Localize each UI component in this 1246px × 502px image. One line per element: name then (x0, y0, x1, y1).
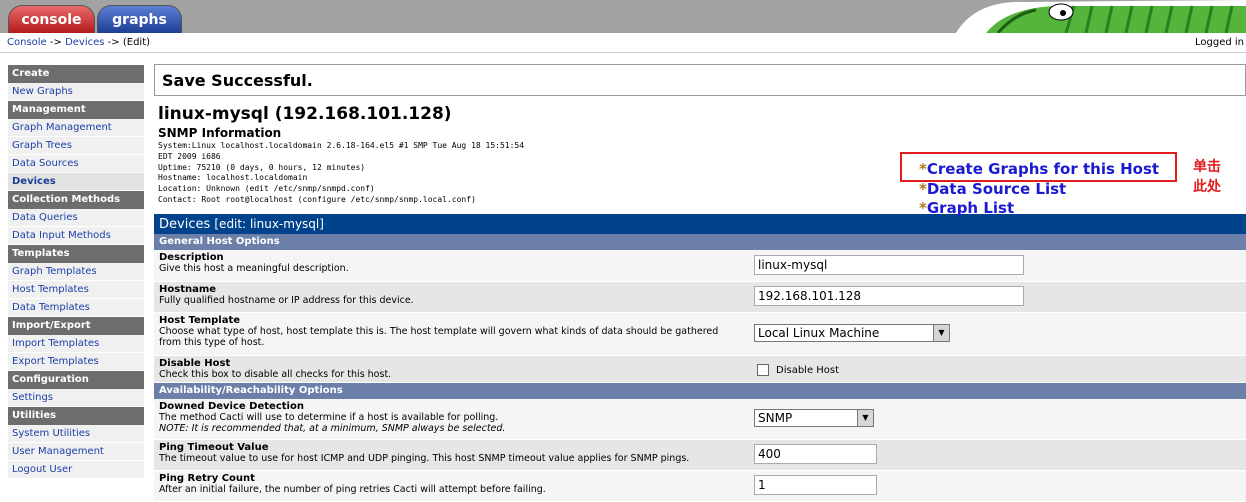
sidebar-head-configuration: Configuration (8, 371, 144, 389)
snmp-info-text: System:Linux localhost.localdomain 2.6.1… (158, 141, 638, 206)
description-help: Give this host a meaningful description. (159, 263, 349, 274)
snmp-line: Uptime: 75210 (0 days, 0 hours, 12 minut… (158, 162, 366, 172)
breadcrumb: Console -> Devices -> (Edit) (7, 33, 150, 53)
host-info: linux-mysql (192.168.101.128) SNMP Infor… (154, 96, 1246, 217)
description-input[interactable]: linux-mysql (754, 255, 1024, 275)
sidebar-item-data-input-methods[interactable]: Data Input Methods (8, 227, 144, 245)
disable-host-help: Check this box to disable all checks for… (159, 369, 392, 380)
sidebar-head-templates: Templates (8, 245, 144, 263)
sidebar-item-data-templates[interactable]: Data Templates (8, 299, 144, 317)
sidebar-item-data-sources[interactable]: Data Sources (8, 155, 144, 173)
breadcrumb-separator: -> (46, 37, 66, 48)
click-here-annotation: 单击此处 (1193, 159, 1221, 195)
downed-detection-select[interactable]: SNMP ▼ (754, 409, 874, 427)
sidebar-head-collection-methods: Collection Methods (8, 191, 144, 209)
snmp-info-title: SNMP Information (158, 126, 282, 140)
description-label: Description (159, 252, 224, 263)
create-graphs-link-label: Create Graphs for this Host (926, 160, 1160, 178)
sidebar-item-new-graphs[interactable]: New Graphs (8, 83, 144, 101)
ping-timeout-label: Ping Timeout Value (159, 442, 269, 453)
sidebar-item-export-templates[interactable]: Export Templates (8, 353, 144, 371)
sidebar-head-management: Management (8, 101, 144, 119)
sidebar-item-graph-trees[interactable]: Graph Trees (8, 137, 144, 155)
bullet-star: * (919, 160, 927, 178)
snmp-line: Hostname: localhost.localdomain (158, 173, 308, 183)
breadcrumb-bar: Console -> Devices -> (Edit) Logged in (0, 33, 1246, 53)
downed-detection-help: The method Cacti will use to determine i… (159, 412, 499, 423)
data-source-list-link-label: Data Source List (926, 179, 1067, 198)
logged-in-status: Logged in (1194, 37, 1244, 48)
snmp-line: EDT 2009 i686 (158, 151, 221, 161)
sidebar-head-import-export: Import/Export (8, 317, 144, 335)
snmp-line: Location: Unknown (edit /etc/snmp/snmpd.… (158, 184, 375, 194)
hostname-help: Fully qualified hostname or IP address f… (159, 295, 414, 306)
row-ping-retry: Ping Retry Count After an initial failur… (154, 471, 1246, 502)
sidebar-item-import-templates[interactable]: Import Templates (8, 335, 144, 353)
sidebar-item-system-utilities[interactable]: System Utilities (8, 425, 144, 443)
snmp-line: System:Linux localhost.localdomain 2.6.1… (158, 141, 525, 150)
row-disable-host: Disable Host Check this box to disable a… (154, 356, 1246, 383)
form-header-edit: [edit: linux-mysql] (214, 217, 324, 231)
disable-host-checkbox[interactable] (757, 364, 769, 376)
bullet-star: * (919, 179, 927, 198)
breadcrumb-console[interactable]: Console (7, 37, 47, 48)
section-availability-options: Availability/Reachability Options (154, 383, 1246, 399)
downed-detection-note: NOTE: It is recommended that, at a minim… (159, 423, 506, 434)
sidebar: Create New Graphs Management Graph Manag… (8, 65, 144, 479)
main-content: Save Successful. linux-mysql (192.168.10… (154, 64, 1246, 502)
host-links: *Create Graphs for this Host *Data Sourc… (919, 160, 1159, 219)
sidebar-head-utilities: Utilities (8, 407, 144, 425)
ping-timeout-help: The timeout value to use for host ICMP a… (159, 453, 690, 464)
host-template-label: Host Template (159, 315, 241, 326)
breadcrumb-current: (Edit) (122, 37, 151, 48)
snmp-line: Contact: Root root@localhost (configure … (158, 194, 476, 204)
top-banner: console graphs (0, 0, 1246, 33)
sidebar-item-graph-management[interactable]: Graph Management (8, 119, 144, 137)
graph-list-link-label: Graph List (926, 199, 1015, 217)
disable-host-label: Disable Host (159, 358, 231, 369)
sidebar-item-user-management[interactable]: User Management (8, 443, 144, 461)
sidebar-item-settings[interactable]: Settings (8, 389, 144, 407)
sidebar-item-data-queries[interactable]: Data Queries (8, 209, 144, 227)
sidebar-item-graph-templates[interactable]: Graph Templates (8, 263, 144, 281)
sidebar-item-logout-user[interactable]: Logout User (8, 461, 144, 479)
breadcrumb-devices[interactable]: Devices (65, 37, 104, 48)
sidebar-item-devices[interactable]: Devices (8, 173, 144, 191)
host-title: linux-mysql (192.168.101.128) (158, 104, 452, 124)
hostname-label: Hostname (159, 284, 217, 295)
downed-detection-value: SNMP (758, 411, 793, 425)
section-general-host-options: General Host Options (154, 234, 1246, 250)
ping-retry-label: Ping Retry Count (159, 473, 255, 484)
host-template-select[interactable]: Local Linux Machine ▼ (754, 324, 950, 342)
sidebar-head-create: Create (8, 65, 144, 83)
ping-retry-help: After an initial failure, the number of … (159, 484, 546, 495)
row-description: Description Give this host a meaningful … (154, 250, 1246, 282)
downed-detection-label: Downed Device Detection (159, 401, 304, 412)
form-header-title: Devices (159, 217, 211, 232)
host-template-value: Local Linux Machine (758, 326, 880, 340)
chevron-down-icon[interactable]: ▼ (857, 410, 873, 426)
graph-list-link[interactable]: *Graph List (919, 199, 1159, 219)
row-downed-device-detection: Downed Device Detection The method Cacti… (154, 399, 1246, 440)
bullet-star: * (919, 199, 927, 217)
sidebar-item-host-templates[interactable]: Host Templates (8, 281, 144, 299)
cactus-banner-art (946, 0, 1246, 33)
tab-console[interactable]: console (8, 5, 95, 33)
row-ping-timeout: Ping Timeout Value The timeout value to … (154, 440, 1246, 471)
ping-retry-input[interactable]: 1 (754, 475, 877, 495)
row-host-template: Host Template Choose what type of host, … (154, 313, 1246, 356)
ping-timeout-input[interactable]: 400 (754, 444, 877, 464)
data-source-list-link[interactable]: *Data Source List (919, 180, 1159, 200)
save-message: Save Successful. (154, 64, 1246, 96)
disable-host-checkbox-label: Disable Host (776, 365, 840, 376)
row-hostname: Hostname Fully qualified hostname or IP … (154, 282, 1246, 313)
create-graphs-link[interactable]: *Create Graphs for this Host (919, 160, 1159, 180)
chevron-down-icon[interactable]: ▼ (933, 325, 949, 341)
tab-graphs[interactable]: graphs (97, 5, 182, 33)
host-template-help: Choose what type of host, host template … (159, 326, 719, 348)
hostname-input[interactable]: 192.168.101.128 (754, 286, 1024, 306)
breadcrumb-separator: -> (104, 37, 123, 48)
